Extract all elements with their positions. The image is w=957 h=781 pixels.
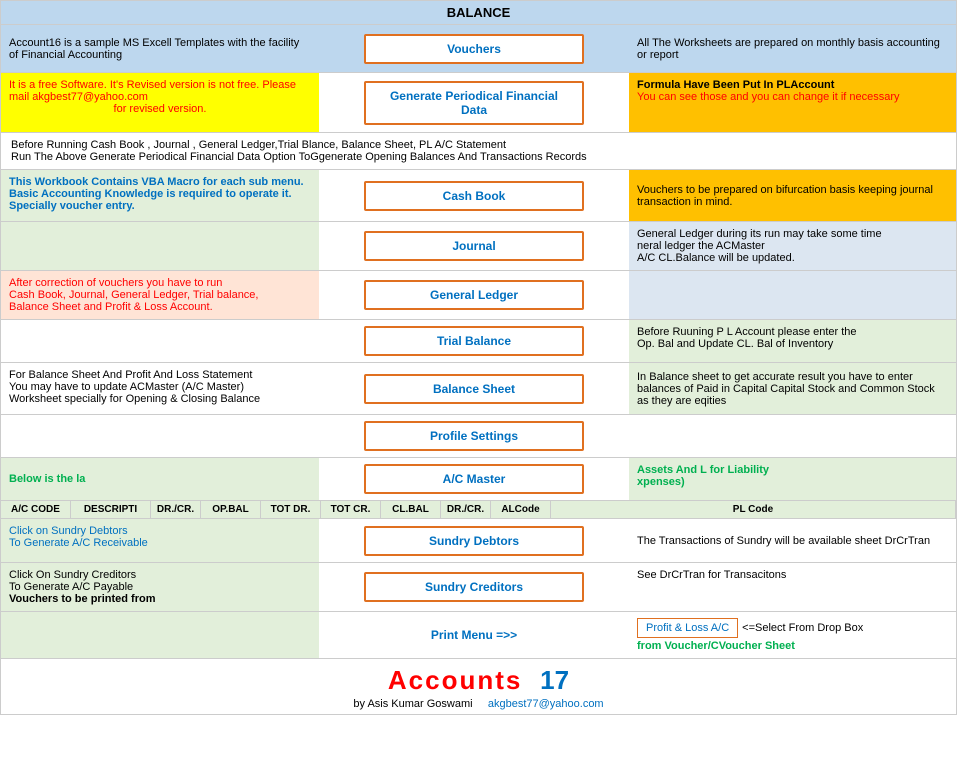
creditors-right: See DrCrTran for Transacitons xyxy=(629,563,956,611)
print-left xyxy=(1,612,319,658)
sundry-debtors-button[interactable]: Sundry Debtors xyxy=(364,526,584,556)
gen-periodical-btn-cell: Generate Periodical Financial Data xyxy=(319,73,629,132)
acm-col1: A/C CODE xyxy=(1,501,71,518)
row1-left: Account16 is a sample MS Excell Template… xyxy=(1,25,319,72)
acmaster-info-right: Assets And L for Liability xpenses) xyxy=(629,458,956,500)
accounts-title: Accounts xyxy=(388,665,522,695)
debtors-right-text: The Transactions of Sundry will be avail… xyxy=(637,535,930,547)
bs-left-3: Worksheet specially for Opening & Closin… xyxy=(9,393,260,405)
row2-left: It is a free Software. It's Revised vers… xyxy=(1,73,319,132)
creditors-left-3: Vouchers to be printed from xyxy=(9,593,155,605)
acm-col7: CL.BAL xyxy=(381,501,441,518)
creditors-right-1: See DrCrTran for Transacitons xyxy=(637,569,786,581)
sundry-creditors-button[interactable]: Sundry Creditors xyxy=(364,572,584,602)
cashbook-right-text: Vouchers to be prepared on bifurcation b… xyxy=(637,184,948,208)
vouchers-button[interactable]: Vouchers xyxy=(364,34,584,64)
print-menu-label: Print Menu =>> xyxy=(431,628,517,642)
acm-col5: TOT DR. xyxy=(261,501,321,518)
cashbook-right: Vouchers to be prepared on bifurcation b… xyxy=(629,170,956,221)
bs-left-2: You may have to update ACMaster (A/C Mas… xyxy=(9,381,244,393)
cashbook-left-text: This Workbook Contains VBA Macro for eac… xyxy=(9,176,311,212)
trial-right: Before Ruuning P L Account please enter … xyxy=(629,320,956,362)
print-right: Profit & Loss A/C <=Select From Drop Box… xyxy=(629,612,956,658)
gl-right xyxy=(629,271,956,319)
acm-col6: TOT CR. xyxy=(321,501,381,518)
row2-right-line1: Formula Have Been Put In PLAccount xyxy=(637,79,834,91)
journal-btn-cell: Journal xyxy=(319,222,629,270)
cashbook-left: This Workbook Contains VBA Macro for eac… xyxy=(1,170,319,221)
balance-label: BALANCE xyxy=(447,5,511,20)
trial-right-1: Before Ruuning P L Account please enter … xyxy=(637,326,857,338)
footer: Accounts 17 by Asis Kumar Goswami akgbes… xyxy=(1,659,956,714)
journal-right-1: General Ledger during its run may take s… xyxy=(637,228,882,240)
gl-left-2: Cash Book, Journal, General Ledger, Tria… xyxy=(9,289,258,301)
acmaster-btn-cell: A/C Master xyxy=(319,458,629,500)
gl-left: After correction of vouchers you have to… xyxy=(1,271,319,319)
info-line1: Before Running Cash Book , Journal , Gen… xyxy=(11,139,946,151)
vouchers-btn-cell: Vouchers xyxy=(319,25,629,72)
bs-left-1: For Balance Sheet And Profit And Loss St… xyxy=(9,369,252,381)
accounts-number: 17 xyxy=(540,665,569,695)
bs-btn-cell: Balance Sheet xyxy=(319,363,629,414)
acm-col4: OP.BAL xyxy=(201,501,261,518)
gl-left-3: Balance Sheet and Profit & Loss Account. xyxy=(9,301,213,313)
row1-right: All The Worksheets are prepared on month… xyxy=(629,25,956,72)
journal-left xyxy=(1,222,319,270)
profile-btn-cell: Profile Settings xyxy=(319,415,629,457)
acmaster-info-left: Below is the la xyxy=(1,458,319,500)
trial-balance-button[interactable]: Trial Balance xyxy=(364,326,584,356)
acmaster-button[interactable]: A/C Master xyxy=(364,464,584,494)
trial-right-2: Op. Bal and Update CL. Bal of Inventory xyxy=(637,338,833,350)
journal-right-2: neral ledger the ACMaster xyxy=(637,240,765,252)
cashbook-button[interactable]: Cash Book xyxy=(364,181,584,211)
balance-header: BALANCE xyxy=(1,1,956,25)
profile-right xyxy=(629,415,956,457)
select-dropdown-text: <=Select From Drop Box xyxy=(742,622,863,634)
creditors-left-2: To Generate A/C Payable xyxy=(9,581,133,593)
debtors-left-1: Click on Sundry Debtors xyxy=(9,525,128,537)
acm-col2: DESCRIPTI xyxy=(71,501,151,518)
journal-right-3: A/C CL.Balance will be updated. xyxy=(637,252,795,264)
bs-right-text: In Balance sheet to get accurate result … xyxy=(637,371,948,407)
acmaster-info-right-2: xpenses) xyxy=(637,476,685,488)
row2-right: Formula Have Been Put In PLAccount You c… xyxy=(629,73,956,132)
profit-loss-button[interactable]: Profit & Loss A/C xyxy=(637,618,738,638)
acm-col10: PL Code xyxy=(551,501,956,518)
generate-periodical-button[interactable]: Generate Periodical Financial Data xyxy=(364,81,584,125)
bs-left: For Balance Sheet And Profit And Loss St… xyxy=(1,363,319,414)
profile-settings-button[interactable]: Profile Settings xyxy=(364,421,584,451)
debtors-left: Click on Sundry Debtors To Generate A/C … xyxy=(1,519,319,562)
acmaster-col-headers: A/C CODE DESCRIPTI DR./CR. OP.BAL TOT DR… xyxy=(1,501,956,519)
acm-col3: DR./CR. xyxy=(151,501,201,518)
journal-right: General Ledger during its run may take s… xyxy=(629,222,956,270)
info-line2: Run The Above Generate Periodical Financ… xyxy=(11,151,946,163)
bs-right: In Balance sheet to get accurate result … xyxy=(629,363,956,414)
row2-right-line2: You can see those and you can change it … xyxy=(637,91,900,103)
debtors-left-2: To Generate A/C Receivable xyxy=(9,537,148,549)
row2-left-line2: for revised version. xyxy=(9,103,311,115)
trial-left xyxy=(1,320,319,362)
gl-btn-cell: General Ledger xyxy=(319,271,629,319)
row2-left-line1: It is a free Software. It's Revised vers… xyxy=(9,79,311,103)
print-right-line2: from Voucher/CVoucher Sheet xyxy=(637,640,795,652)
acm-col8: DR./CR. xyxy=(441,501,491,518)
print-mid: Print Menu =>> xyxy=(319,612,629,658)
journal-button[interactable]: Journal xyxy=(364,231,584,261)
acm-col9: ALCode xyxy=(491,501,551,518)
debtors-btn-cell: Sundry Debtors xyxy=(319,519,629,562)
cashbook-btn-cell: Cash Book xyxy=(319,170,629,221)
footer-email: akgbest77@yahoo.com xyxy=(488,698,604,710)
trial-btn-cell: Trial Balance xyxy=(319,320,629,362)
debtors-right: The Transactions of Sundry will be avail… xyxy=(629,519,956,562)
creditors-left: Click On Sundry Creditors To Generate A/… xyxy=(1,563,319,611)
creditors-left-1: Click On Sundry Creditors xyxy=(9,569,136,581)
general-ledger-button[interactable]: General Ledger xyxy=(364,280,584,310)
balance-sheet-button[interactable]: Balance Sheet xyxy=(364,374,584,404)
profile-left xyxy=(1,415,319,457)
by-name: by Asis Kumar Goswami xyxy=(353,698,472,710)
info-text: Before Running Cash Book , Journal , Gen… xyxy=(1,133,956,170)
creditors-btn-cell: Sundry Creditors xyxy=(319,563,629,611)
gl-left-1: After correction of vouchers you have to… xyxy=(9,277,222,289)
acmaster-info-right-1: Assets And L for Liability xyxy=(637,464,769,476)
